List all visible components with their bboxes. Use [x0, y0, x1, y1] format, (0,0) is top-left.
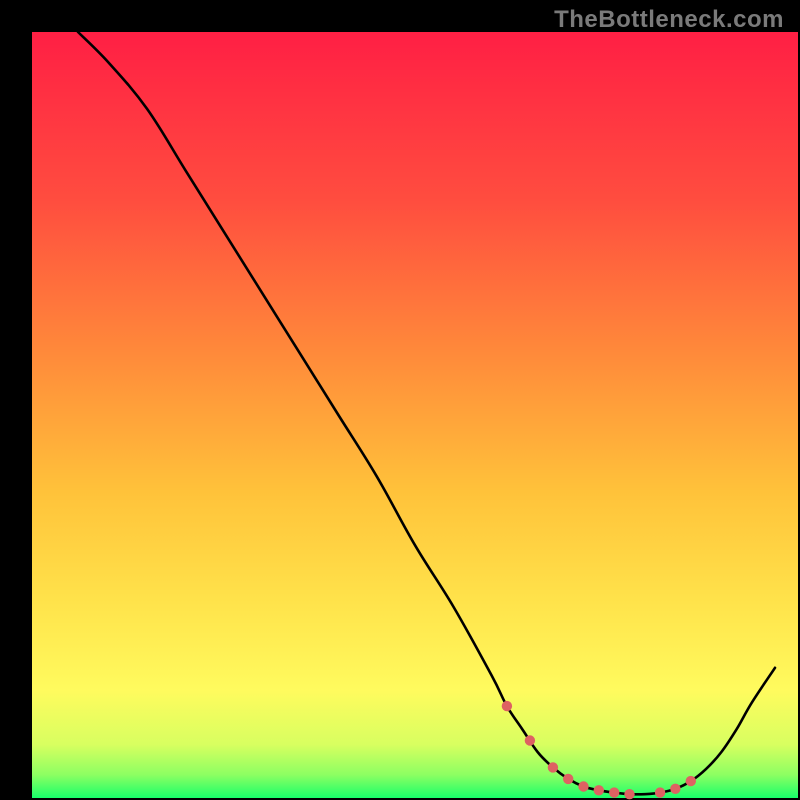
optimal-marker	[686, 776, 696, 786]
watermark-text: TheBottleneck.com	[554, 6, 784, 34]
optimal-marker	[578, 781, 588, 791]
optimal-marker	[624, 789, 634, 799]
plot-gradient	[32, 32, 798, 798]
optimal-marker	[655, 787, 665, 797]
optimal-marker	[670, 784, 680, 794]
optimal-marker	[609, 787, 619, 797]
optimal-marker	[502, 701, 512, 711]
optimal-marker	[563, 774, 573, 784]
optimal-marker	[525, 735, 535, 745]
chart-root: TheBottleneck.com	[0, 0, 800, 800]
optimal-marker	[594, 785, 604, 795]
optimal-marker	[548, 762, 558, 772]
chart-svg	[0, 0, 800, 800]
